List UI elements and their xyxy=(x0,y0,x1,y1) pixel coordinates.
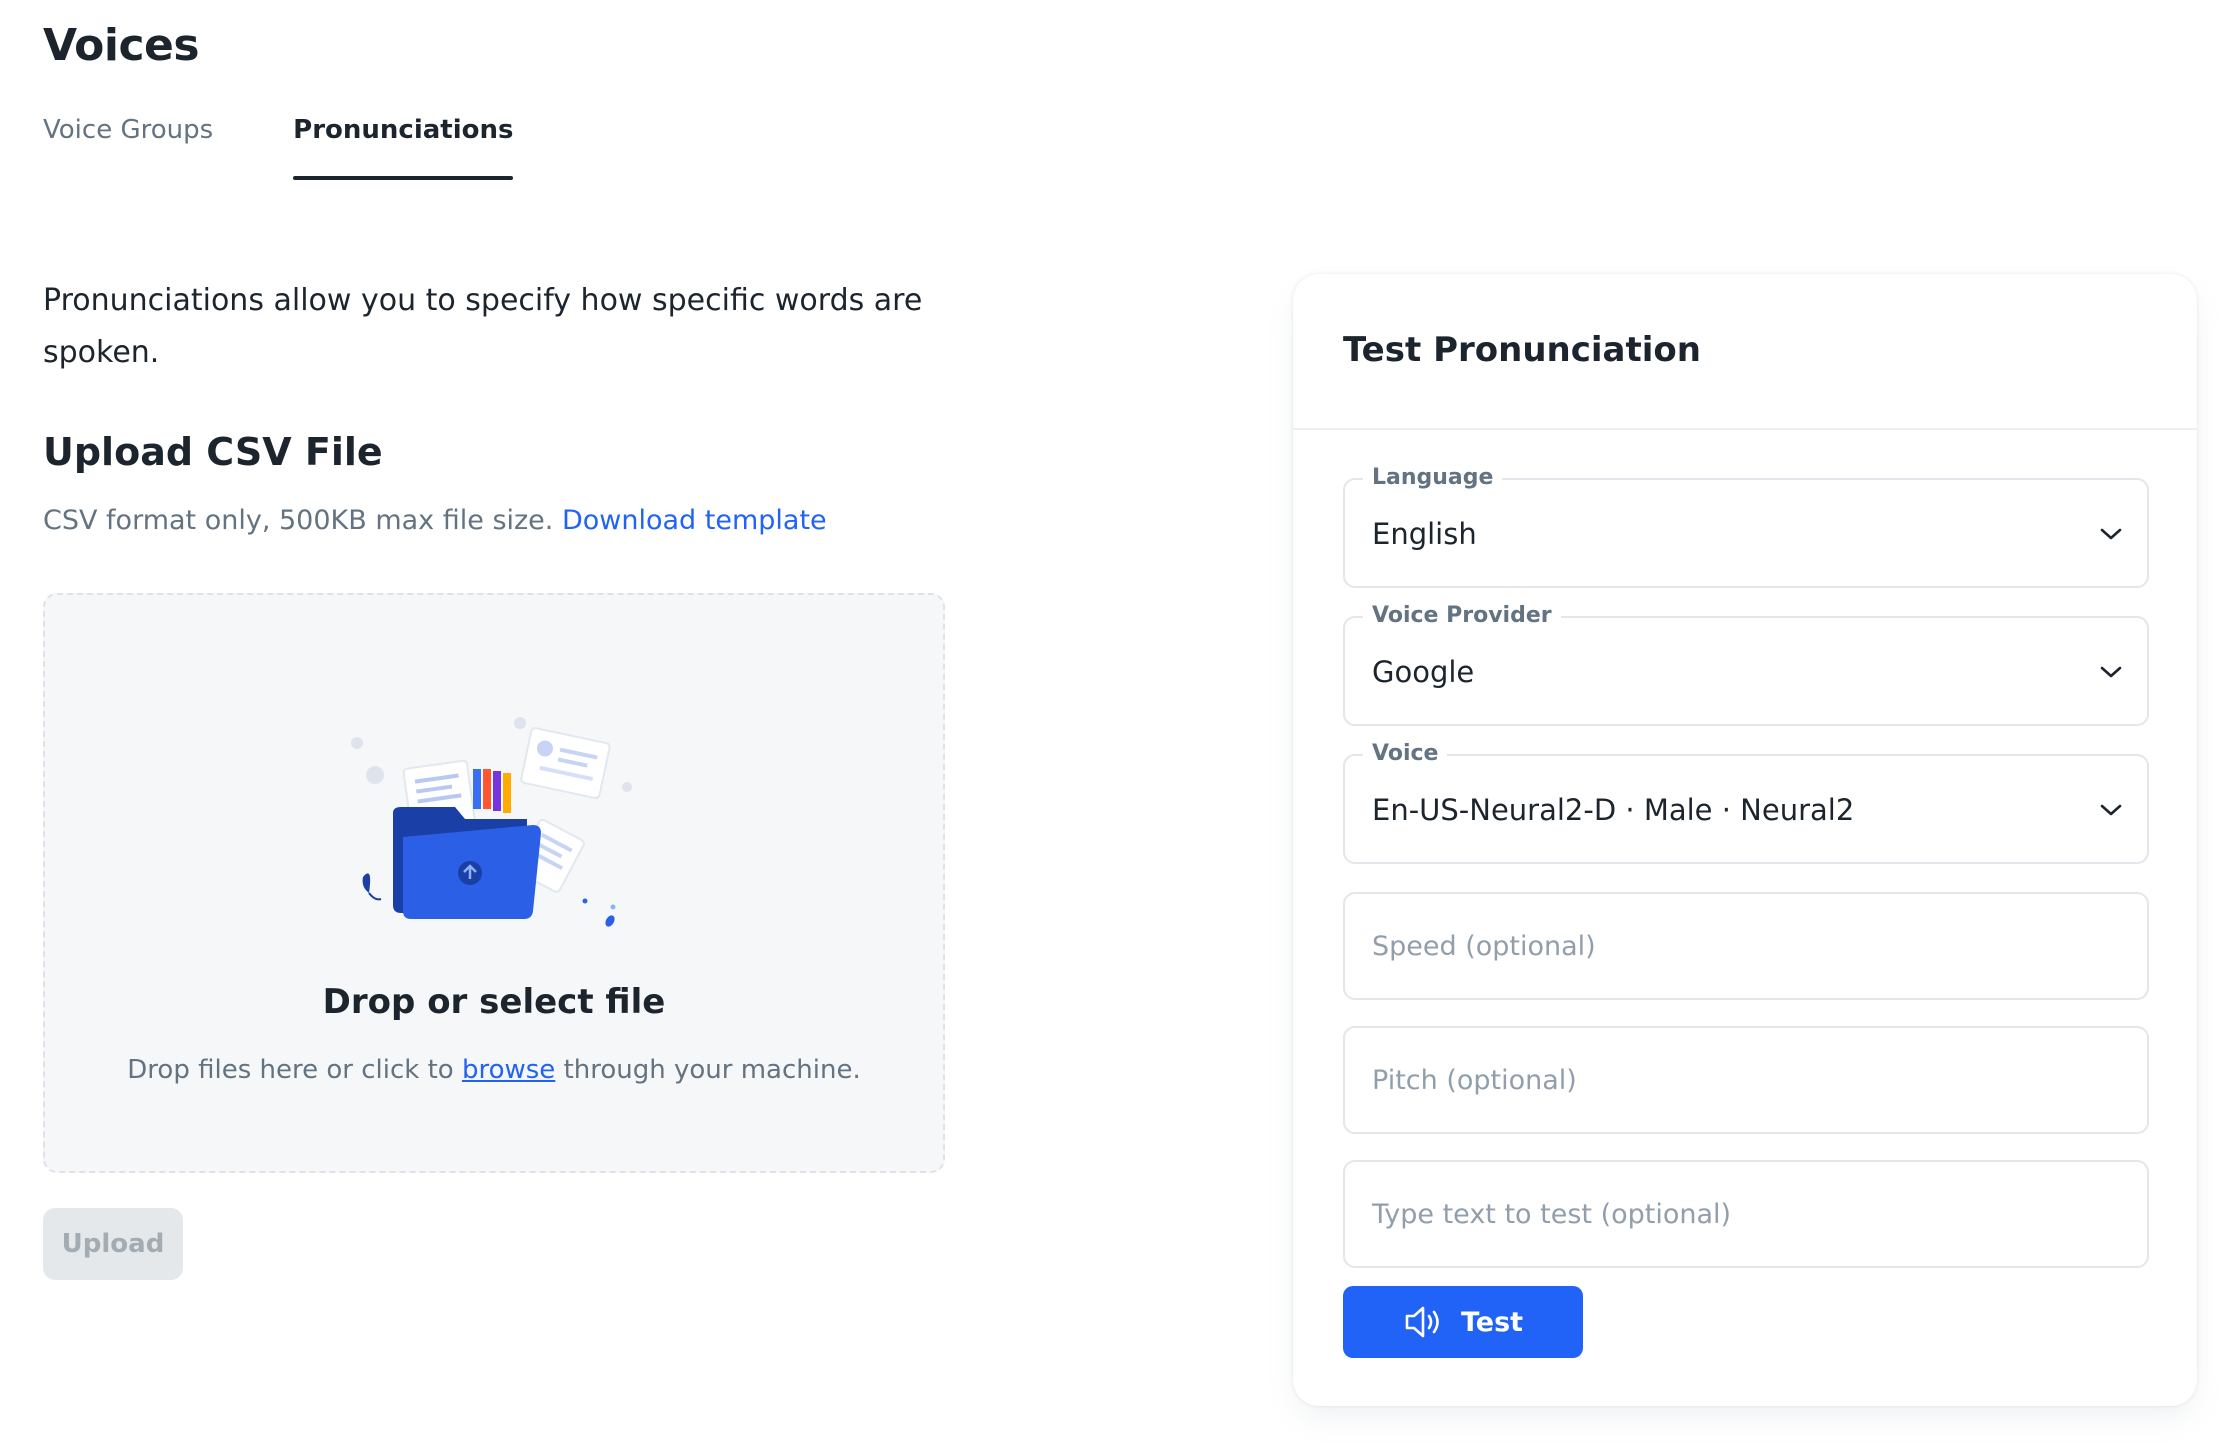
upload-button[interactable]: Upload xyxy=(43,1208,183,1280)
file-dropzone[interactable]: Drop or select file Drop files here or c… xyxy=(43,593,945,1173)
chevron-down-icon xyxy=(2100,804,2122,816)
language-value: English xyxy=(1372,517,1477,551)
voice-provider-value: Google xyxy=(1372,655,1475,689)
language-select[interactable]: Language English xyxy=(1343,465,2149,588)
voice-label: Voice xyxy=(1363,741,1448,767)
voice-provider-label: Voice Provider xyxy=(1363,603,1561,629)
chevron-down-icon xyxy=(2100,666,2122,678)
dropzone-subtitle: Drop files here or click to browse throu… xyxy=(45,1055,943,1085)
voice-provider-select[interactable]: Voice Provider Google xyxy=(1343,603,2149,726)
test-button[interactable]: Test xyxy=(1343,1286,1583,1358)
page-title: Voices xyxy=(43,20,200,71)
speaker-icon xyxy=(1405,1306,1439,1338)
tab-voice-groups[interactable]: Voice Groups xyxy=(43,110,213,180)
test-text-input[interactable] xyxy=(1343,1160,2149,1268)
chevron-down-icon xyxy=(2100,528,2122,540)
test-button-label: Test xyxy=(1460,1306,1524,1338)
dropzone-sub-after: through your machine. xyxy=(563,1055,861,1085)
speed-input[interactable] xyxy=(1343,892,2149,1000)
upload-note-text: CSV format only, 500KB max file size. xyxy=(43,505,554,536)
voice-value: En-US-Neural2-D · Male · Neural2 xyxy=(1372,793,1855,827)
dropzone-sub-before: Drop files here or click to xyxy=(127,1055,454,1085)
download-template-link[interactable]: Download template xyxy=(562,505,827,536)
pitch-input[interactable] xyxy=(1343,1026,2149,1134)
browse-link[interactable]: browse xyxy=(462,1055,555,1085)
voice-select[interactable]: Voice En-US-Neural2-D · Male · Neural2 xyxy=(1343,741,2149,864)
folder-upload-illustration xyxy=(351,717,632,927)
dropzone-title: Drop or select file xyxy=(322,982,666,1022)
tab-bar: Voice Groups Pronunciations xyxy=(43,110,593,180)
language-label: Language xyxy=(1363,465,1503,491)
upload-note: CSV format only, 500KB max file size. Do… xyxy=(43,505,827,536)
card-title: Test Pronunciation xyxy=(1343,330,1701,370)
intro-text: Pronunciations allow you to specify how … xyxy=(43,283,923,370)
test-pronunciation-card: Test Pronunciation Language English Voic… xyxy=(1293,274,2197,1406)
tab-pronunciations[interactable]: Pronunciations xyxy=(293,110,514,180)
upload-heading: Upload CSV File xyxy=(43,430,383,474)
card-divider xyxy=(1293,428,2197,430)
voices-page: Voices Voice Groups Pronunciations Pronu… xyxy=(0,0,2236,1454)
